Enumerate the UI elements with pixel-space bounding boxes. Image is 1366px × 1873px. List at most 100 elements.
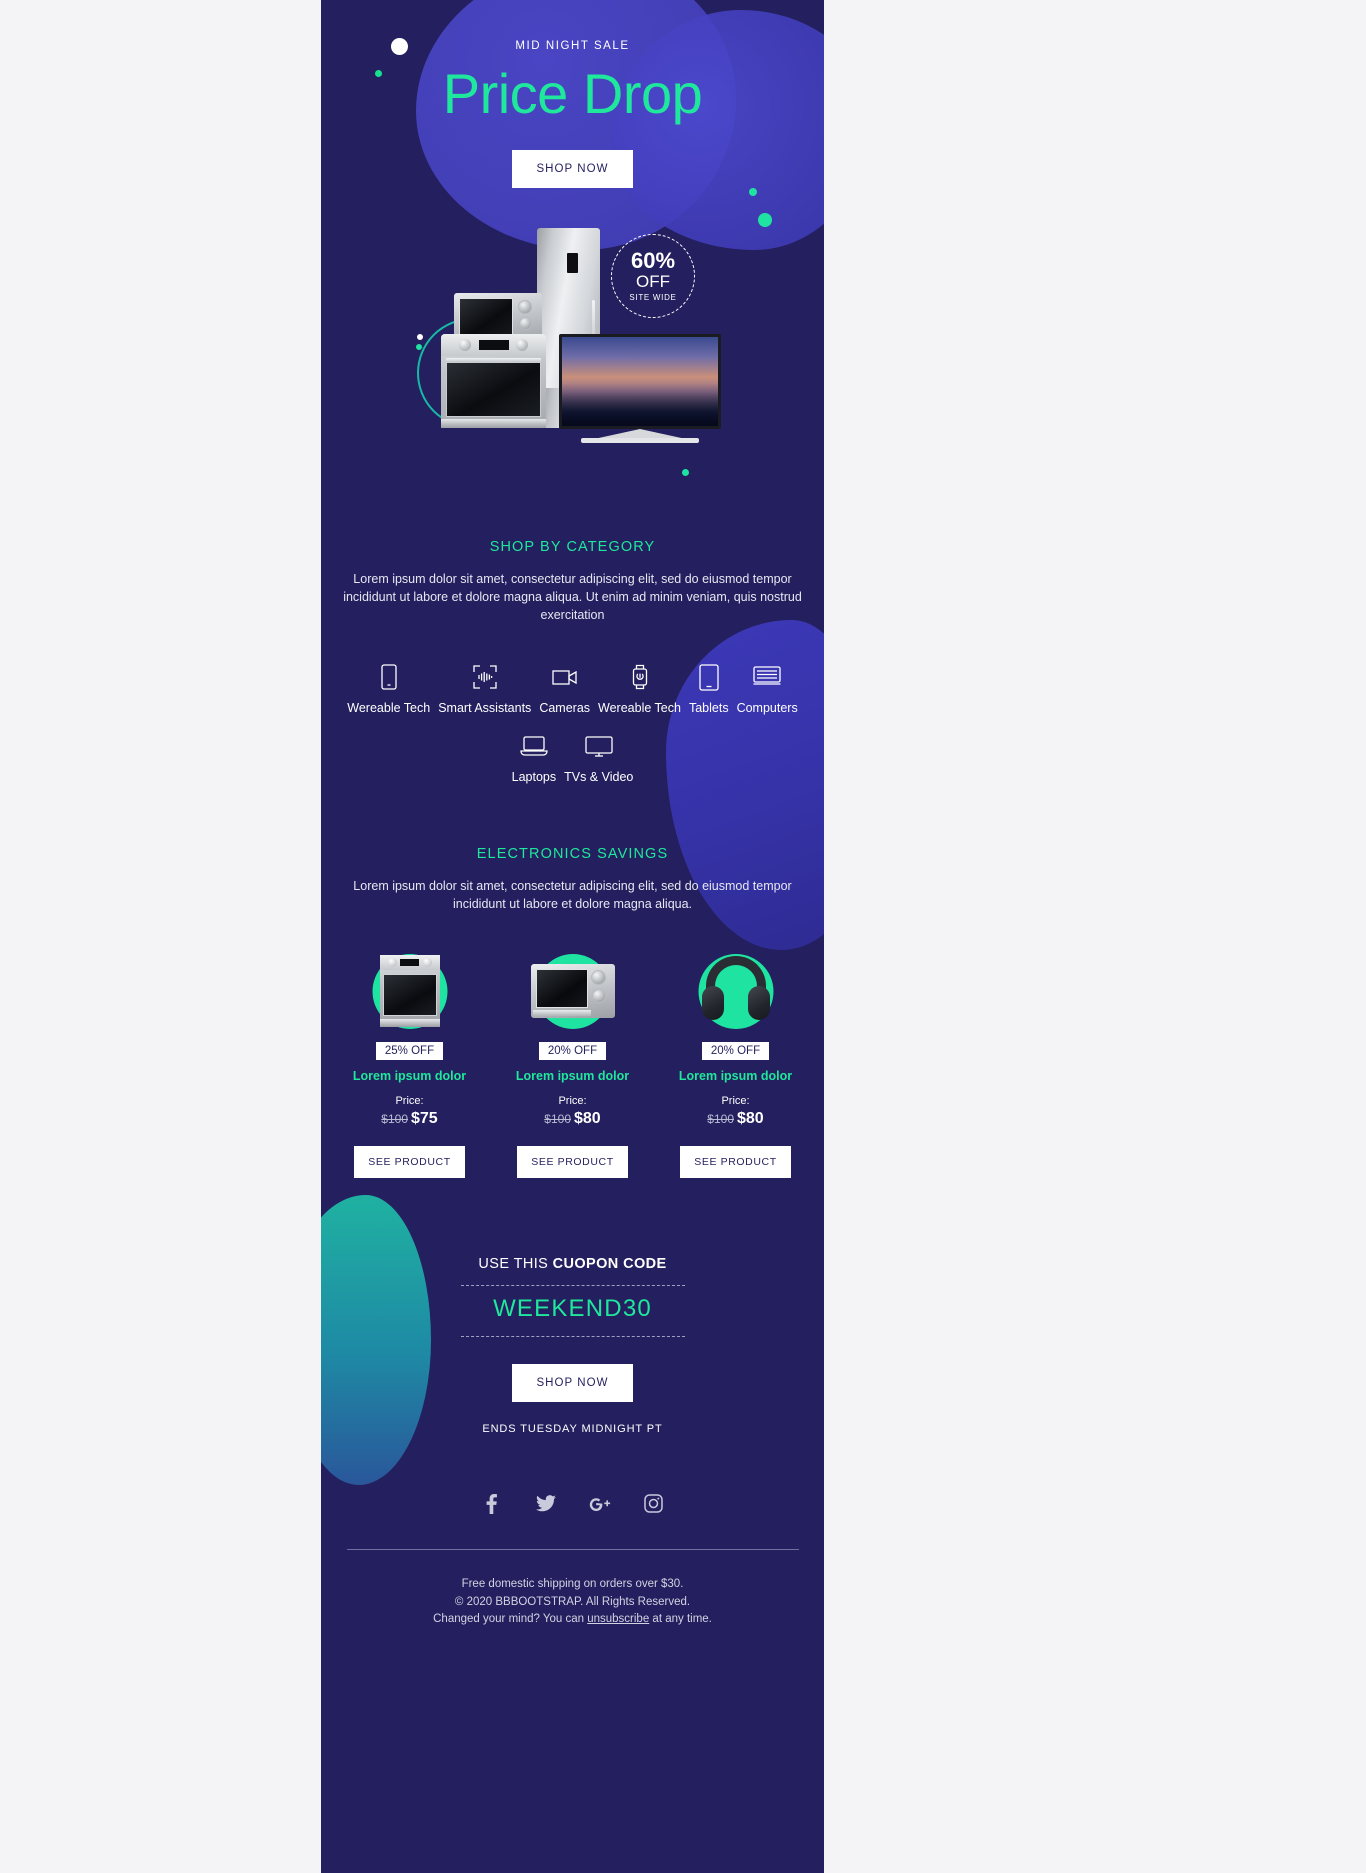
television-foot xyxy=(581,438,699,443)
decor-dot-badge xyxy=(682,469,689,476)
laptop-icon xyxy=(512,729,556,763)
email-body: MID NIGHT SALE Price Drop SHOP NOW 60% O… xyxy=(321,0,824,1873)
category-label: Tablets xyxy=(688,701,729,716)
instagram-icon[interactable] xyxy=(643,1493,665,1515)
footer-unsubscribe-line: Changed your mind? You can unsubscribe a… xyxy=(321,1611,824,1629)
smartwatch-icon xyxy=(598,660,681,694)
headphones-product-image xyxy=(700,955,772,1026)
product-price-label: Price: xyxy=(558,1094,587,1107)
footer-legal: Free domestic shipping on orders over $3… xyxy=(321,1576,824,1659)
unsubscribe-prefix: Changed your mind? You can xyxy=(433,1613,588,1626)
coupon-shop-now-button[interactable]: SHOP NOW xyxy=(512,1363,633,1402)
category-label: Wereable Tech xyxy=(347,701,431,716)
footer-copyright: © 2020 BBBOOTSTRAP. All Rights Reserved. xyxy=(454,1595,691,1608)
google-plus-icon[interactable] xyxy=(589,1493,611,1515)
tablet-icon xyxy=(689,660,729,694)
category-label: Laptops xyxy=(511,770,557,785)
product-name: Lorem ipsum dolor xyxy=(678,1068,793,1083)
category-item-cameras[interactable]: Cameras xyxy=(535,660,594,715)
product-discount-badge: 25% OFF xyxy=(375,1041,444,1060)
category-label: Wereable Tech xyxy=(598,701,681,716)
smartphone-icon xyxy=(347,660,430,694)
category-section-body: Lorem ipsum dolor sit amet, consectetur … xyxy=(343,572,802,622)
oven-base xyxy=(379,1018,440,1027)
social-links xyxy=(321,1493,824,1515)
see-product-button[interactable]: SEE PRODUCT xyxy=(680,1145,791,1178)
coupon-divider-top xyxy=(460,1284,685,1286)
oven-dial-right xyxy=(422,957,432,967)
coupon-heading: USE THIS CUOPON CODE xyxy=(321,1256,824,1272)
category-section-title: SHOP BY CATEGORY xyxy=(489,539,656,555)
product-new-price: $80 xyxy=(737,1109,764,1127)
category-item-smart-assistants[interactable]: Smart Assistants xyxy=(434,660,535,715)
microwave-product-image xyxy=(530,963,615,1018)
savings-section-title: ELECTRONICS SAVINGS xyxy=(476,846,669,863)
oven-base xyxy=(441,419,546,428)
category-item-tablets[interactable]: Tablets xyxy=(685,660,733,715)
oven-image xyxy=(441,334,546,428)
product-name: Lorem ipsum dolor xyxy=(352,1068,467,1083)
category-item-wereable-tech-2[interactable]: Wereable Tech xyxy=(594,660,685,715)
category-label: Computers xyxy=(736,701,798,716)
product-image-wrap xyxy=(351,950,469,1032)
facebook-icon[interactable] xyxy=(481,1493,503,1515)
category-grid-row-1: Wereable Tech Smart Assistants Cameras W… xyxy=(321,660,824,715)
category-item-computers[interactable]: Computers xyxy=(733,660,802,715)
smart-speaker-icon xyxy=(438,660,531,694)
twitter-icon[interactable] xyxy=(535,1493,557,1515)
coupon-divider-bottom xyxy=(460,1335,685,1337)
headphones-earcup-right xyxy=(747,985,770,1020)
savings-section: ELECTRONICS SAVINGS Lorem ipsum dolor si… xyxy=(321,846,824,1178)
product-showcase: 60% OFF SITE WIDE xyxy=(321,216,824,476)
product-old-price: $100 xyxy=(544,1111,571,1126)
coupon-heading-prefix: USE THIS xyxy=(478,1255,553,1272)
television-image xyxy=(559,334,721,444)
decor-dot-green-right-1 xyxy=(749,188,757,196)
category-label: TVs & Video xyxy=(564,770,634,785)
product-cta-wrap: SEE PRODUCT xyxy=(677,1145,795,1178)
savings-section-body: Lorem ipsum dolor sit amet, consectetur … xyxy=(353,879,792,911)
product-card: 25% OFF Lorem ipsum dolor Price: $100 $75… xyxy=(351,950,469,1178)
page-root: MID NIGHT SALE Price Drop SHOP NOW 60% O… xyxy=(0,0,1366,1873)
see-product-button[interactable]: SEE PRODUCT xyxy=(354,1145,465,1178)
coupon-expiry-text: ENDS TUESDAY MIDNIGHT PT xyxy=(482,1422,663,1435)
oven-dial-left xyxy=(459,339,471,351)
microwave-screen xyxy=(535,968,588,1008)
oven-door xyxy=(446,362,541,417)
see-product-button[interactable]: SEE PRODUCT xyxy=(517,1145,628,1178)
refrigerator-panel xyxy=(567,253,578,273)
category-item-wereable-tech-1[interactable]: Wereable Tech xyxy=(343,660,434,715)
page-title: Price Drop xyxy=(442,62,703,125)
footer-shipping-text: Free domestic shipping on orders over $3… xyxy=(461,1577,684,1590)
product-cta-wrap: SEE PRODUCT xyxy=(514,1145,632,1178)
product-image-wrap xyxy=(514,950,632,1032)
category-item-laptops[interactable]: Laptops xyxy=(508,729,560,784)
microwave-knob-bottom xyxy=(519,317,532,330)
category-label: Smart Assistants xyxy=(438,701,532,716)
product-price-label: Price: xyxy=(395,1094,424,1107)
oven-product-image xyxy=(379,954,440,1027)
footer-divider xyxy=(346,1548,799,1550)
microwave-knob-top xyxy=(518,300,532,314)
microwave-knob-top xyxy=(590,969,606,985)
product-old-price: $100 xyxy=(381,1111,408,1126)
product-prices: $100 $80 xyxy=(514,1110,632,1128)
category-item-tvs-video[interactable]: TVs & Video xyxy=(560,729,637,784)
microwave-screen xyxy=(459,298,513,335)
headphones-earcup-left xyxy=(701,985,724,1020)
product-card: 20% OFF Lorem ipsum dolor Price: $100 $80… xyxy=(677,950,795,1178)
hero-shop-now-button[interactable]: SHOP NOW xyxy=(512,150,633,188)
discount-badge-percent: 60% xyxy=(630,248,676,274)
product-card: 20% OFF Lorem ipsum dolor Price: $100 $80… xyxy=(514,950,632,1178)
discount-badge-sitewide: SITE WIDE xyxy=(629,292,677,302)
coupon-code: WEEKEND30 xyxy=(493,1294,652,1322)
television-icon xyxy=(564,729,633,763)
oven-dial-left xyxy=(387,957,397,967)
discount-badge-off: OFF xyxy=(636,272,670,292)
oven-display xyxy=(399,958,419,966)
product-new-price: $80 xyxy=(574,1109,601,1127)
unsubscribe-link[interactable]: unsubscribe xyxy=(587,1613,649,1625)
coupon-heading-strong: CUOPON CODE xyxy=(552,1255,667,1272)
microwave-handle xyxy=(532,1009,591,1016)
product-price-label: Price: xyxy=(721,1094,750,1107)
